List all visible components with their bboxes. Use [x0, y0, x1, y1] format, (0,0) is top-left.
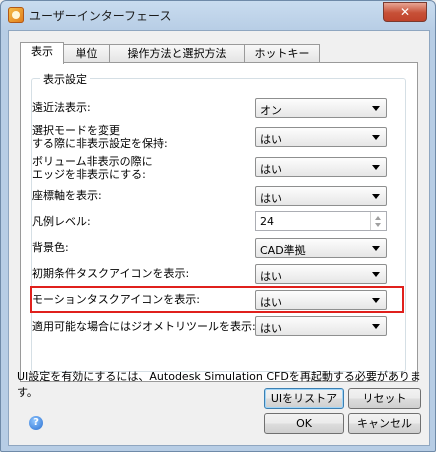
initial-condition-icon-select[interactable]: はい — [255, 264, 387, 284]
hide-edges-value: はい — [260, 163, 282, 176]
title-bar[interactable]: ユーザーインターフェース ✕ — [1, 1, 435, 29]
tab-units[interactable]: 単位 — [63, 44, 110, 63]
chevron-down-icon — [372, 324, 380, 329]
show-axes-select[interactable]: はい — [255, 186, 387, 206]
hide-edges-select[interactable]: はい — [255, 157, 387, 177]
initial-condition-icon-label: 初期条件タスクアイコンを表示: — [32, 267, 190, 280]
cancel-button[interactable]: キャンセル — [348, 413, 421, 434]
background-color-label: 背景色: — [32, 241, 69, 254]
geometry-tools-select[interactable]: はい — [255, 316, 387, 336]
geometry-tools-label: 適用可能な場合にはジオメトリツールを表示: — [32, 320, 256, 333]
chevron-down-icon — [372, 194, 380, 199]
hide-edges-label-line1: ボリューム非表示の際に — [32, 155, 153, 168]
keep-hidden-label-line2: する際に非表示設定を保持: — [32, 137, 168, 150]
dialog-window: ユーザーインターフェース ✕ 表示 単位 操作方法と選択方法 ホットキー 表示設… — [0, 0, 436, 452]
tab-hotkeys[interactable]: ホットキー — [244, 44, 320, 63]
spin-down-icon[interactable] — [375, 223, 381, 227]
keep-hidden-label-line1: 選択モードを変更 — [32, 124, 120, 137]
spinner-buttons[interactable] — [370, 212, 386, 230]
close-button[interactable]: ✕ — [383, 2, 427, 22]
chevron-down-icon — [372, 165, 380, 170]
app-icon — [8, 7, 24, 23]
restore-ui-button[interactable]: UIをリストア — [264, 388, 344, 409]
chevron-down-icon — [372, 246, 380, 251]
ok-button[interactable]: OK — [264, 413, 344, 434]
keep-hidden-value: はい — [260, 133, 282, 146]
background-color-select[interactable]: CAD準拠 — [255, 238, 387, 258]
perspective-label: 遠近法表示: — [32, 101, 91, 114]
chevron-down-icon — [372, 135, 380, 140]
initial-condition-icon-value: はい — [260, 270, 282, 283]
help-icon[interactable]: ? — [29, 416, 43, 430]
chevron-down-icon — [372, 106, 380, 111]
perspective-select[interactable]: オン — [255, 98, 387, 118]
tab-display[interactable]: 表示 — [20, 42, 64, 64]
spin-up-icon[interactable] — [375, 216, 381, 220]
reset-button[interactable]: リセット — [348, 388, 421, 409]
background-color-value: CAD準拠 — [260, 244, 306, 257]
group-title: 表示設定 — [40, 71, 90, 87]
tab-operation-selection[interactable]: 操作方法と選択方法 — [109, 44, 245, 63]
perspective-value: オン — [260, 104, 282, 117]
show-axes-value: はい — [260, 192, 282, 205]
chevron-down-icon — [372, 272, 380, 277]
legend-level-value: 24 — [260, 215, 274, 228]
highlight-box — [30, 286, 404, 313]
geometry-tools-value: はい — [260, 322, 282, 335]
legend-level-spinner[interactable]: 24 — [255, 211, 387, 231]
dialog-client: 表示 単位 操作方法と選択方法 ホットキー 表示設定 遠近法表示: オン 選択モ… — [8, 30, 430, 446]
window-title: ユーザーインターフェース — [29, 9, 172, 23]
legend-level-label: 凡例レベル: — [32, 215, 91, 228]
hide-edges-label-line2: エッジを非表示にする: — [32, 168, 146, 181]
keep-hidden-select[interactable]: はい — [255, 127, 387, 147]
show-axes-label: 座標軸を表示: — [32, 189, 102, 202]
